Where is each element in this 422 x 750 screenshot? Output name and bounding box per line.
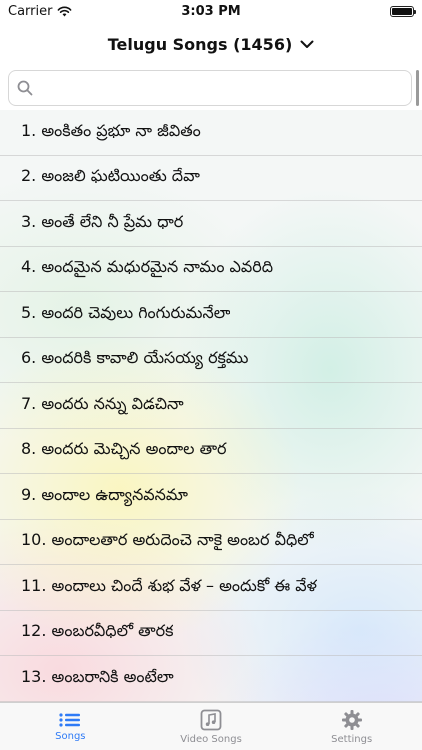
tab-songs[interactable]: Songs xyxy=(0,703,141,750)
song-title: 5. అందరి చెవులు గింగురుమనేలా xyxy=(21,302,231,322)
scroll-indicator[interactable] xyxy=(416,70,419,106)
list-icon xyxy=(59,712,81,727)
song-row-11[interactable]: 11. అందాలు చిందే శుభ వేళ – అందుకో ఈ వేళ xyxy=(0,565,422,611)
tab-label: Settings xyxy=(331,733,373,745)
search-box[interactable] xyxy=(8,70,412,106)
music-note-icon xyxy=(200,709,222,730)
tab-label: Video Songs xyxy=(180,733,242,745)
song-row-10[interactable]: 10. అందాలతార అరుదెంచె నాకై అంబర వీధిలో xyxy=(0,520,422,565)
wifi-icon xyxy=(58,6,72,16)
song-title: 12. అంబరవీధిలో తారక xyxy=(21,621,174,641)
song-row-2[interactable]: 2. అంజలి ఘటియింతు దేవా xyxy=(0,156,422,201)
song-title: 10. అందాలతార అరుదెంచె నాకై అంబర వీధిలో xyxy=(21,530,314,550)
tab-settings[interactable]: Settings xyxy=(281,703,422,750)
song-row-8[interactable]: 8. అందరు మెచ్చిన అందాల తార xyxy=(0,429,422,474)
status-left: Carrier xyxy=(8,4,72,19)
song-list: 1. అంకితం ప్రభూ నా జీవితం 2. అంజలి ఘటియి… xyxy=(0,110,422,702)
search-bar xyxy=(0,66,422,110)
song-title: 11. అందాలు చిందే శుభ వేళ – అందుకో ఈ వేళ xyxy=(21,575,317,595)
search-input[interactable] xyxy=(39,73,411,103)
song-title: 3. అంతే లేని నీ ప్రేమ ధార xyxy=(21,211,184,231)
song-row-7[interactable]: 7. అందరు నన్ను విడచినా xyxy=(0,383,422,429)
song-row-5[interactable]: 5. అందరి చెవులు గింగురుమనేలా xyxy=(0,292,422,338)
tab-label: Songs xyxy=(55,730,86,742)
song-title: 1. అంకితం ప్రభూ నా జీవితం xyxy=(21,120,201,140)
page-title[interactable]: Telugu Songs (1456) xyxy=(108,35,293,54)
carrier-label: Carrier xyxy=(8,3,53,19)
song-row-13[interactable]: 13. అంబరానికి అంటేలా xyxy=(0,656,422,702)
gear-icon xyxy=(341,709,362,730)
song-row-4[interactable]: 4. అందమైన మధురమైన నామం ఎవరిది xyxy=(0,247,422,292)
tab-video-songs[interactable]: Video Songs xyxy=(141,703,282,750)
battery-icon xyxy=(390,5,416,17)
search-icon xyxy=(17,80,33,96)
song-row-9[interactable]: 9. అందాల ఉద్యానవనమా xyxy=(0,474,422,520)
chevron-down-icon[interactable] xyxy=(300,40,314,49)
tab-bar: Songs Video Songs Settings xyxy=(0,702,422,750)
song-row-12[interactable]: 12. అంబరవీధిలో తారక xyxy=(0,611,422,656)
status-bar: Carrier 3:03 PM xyxy=(0,0,422,22)
song-title: 4. అందమైన మధురమైన నామం ఎవరిది xyxy=(21,257,274,277)
song-title: 9. అందాల ఉద్యానవనమా xyxy=(21,484,188,504)
song-title: 6. అందరికి కావాలి యేసయ్య రక్తము xyxy=(21,348,249,368)
navigation-bar[interactable]: Telugu Songs (1456) xyxy=(0,22,422,66)
song-title: 7. అందరు నన్ను విడచినా xyxy=(21,393,184,413)
song-title: 2. అంజలి ఘటియింతు దేవా xyxy=(21,166,200,186)
song-row-3[interactable]: 3. అంతే లేని నీ ప్రేమ ధార xyxy=(0,201,422,247)
song-row-6[interactable]: 6. అందరికి కావాలి యేసయ్య రక్తము xyxy=(0,338,422,383)
song-row-1[interactable]: 1. అంకితం ప్రభూ నా జీవితం xyxy=(0,110,422,156)
song-title: 8. అందరు మెచ్చిన అందాల తార xyxy=(21,439,227,459)
song-title: 13. అంబరానికి అంటేలా xyxy=(21,666,174,686)
